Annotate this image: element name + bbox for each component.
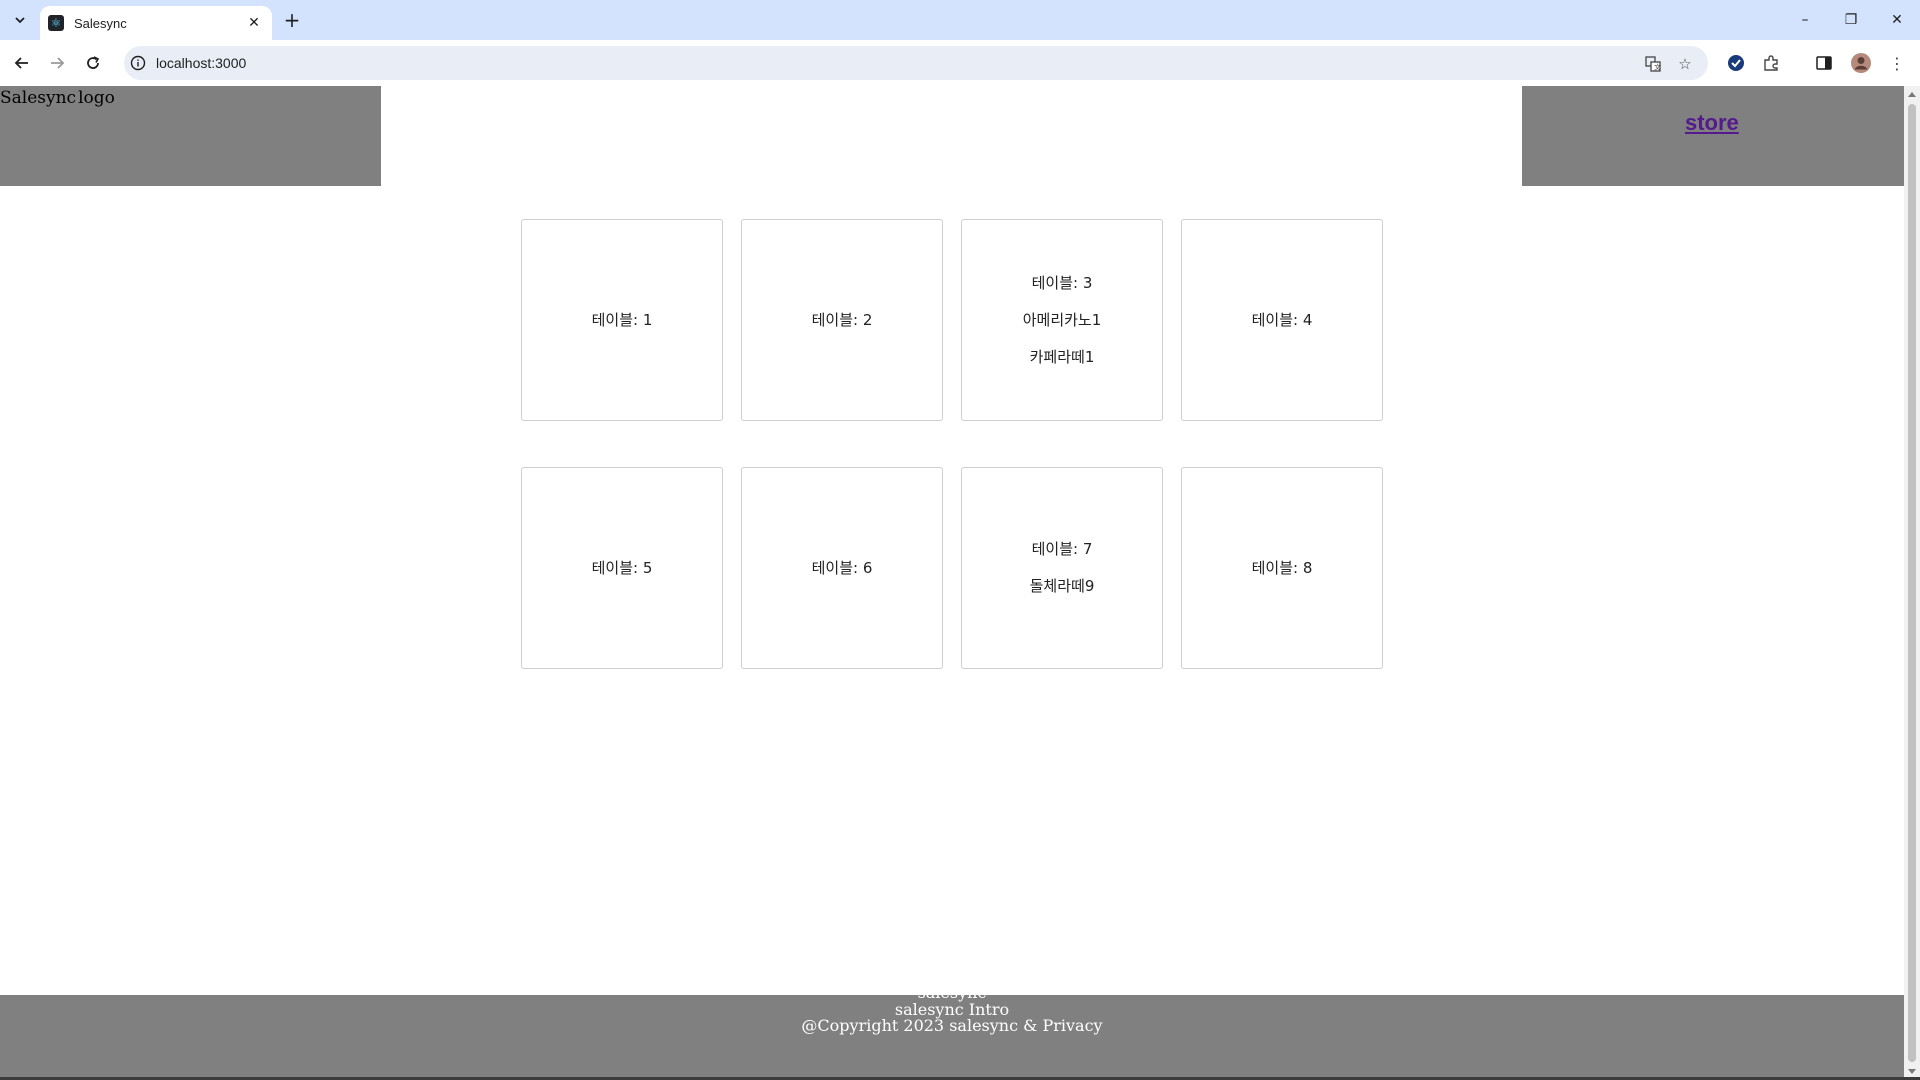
brand-text: Salesync <box>0 88 77 108</box>
tab-close-icon[interactable]: ✕ <box>244 13 264 33</box>
close-window-icon[interactable]: ✕ <box>1874 0 1920 40</box>
back-arrow-icon[interactable] <box>8 49 36 77</box>
browser-tab-active[interactable]: ⚛ Salesync ✕ <box>40 6 272 40</box>
forward-arrow-icon[interactable] <box>43 49 71 77</box>
new-tab-plus-icon[interactable]: + <box>280 8 304 32</box>
order-item: 카페라떼1 <box>1029 347 1095 366</box>
window-controls: – ❐ ✕ <box>1782 0 1920 40</box>
table-label: 테이블: 3 <box>1031 273 1093 292</box>
table-label: 테이블: 7 <box>1031 540 1093 558</box>
table-card[interactable]: 테이블: 6 <box>741 467 943 669</box>
page-viewport: Salesync logo store 테이블: 1 테이블: 2 테이블: 3 … <box>0 86 1904 1080</box>
table-card[interactable]: 테이블: 2 <box>741 219 943 421</box>
table-card[interactable]: 테이블: 7 돌체라떼9 <box>961 467 1163 669</box>
extensions-puzzle-icon[interactable] <box>1760 52 1782 74</box>
minimize-icon[interactable]: – <box>1782 0 1828 40</box>
address-bar[interactable]: localhost:3000 文 ☆ <box>124 46 1708 80</box>
tab-search-chevron-icon[interactable] <box>6 8 34 32</box>
table-label: 테이블: 4 <box>1251 310 1313 329</box>
browser-toolbar: localhost:3000 文 ☆ ⋮ <box>0 40 1920 86</box>
page-footer: salesync salesync Intro @Copyright 2023 … <box>0 985 1904 1080</box>
footer-copyright: @Copyright 2023 salesync & Privacy <box>801 1016 1103 1035</box>
scrollbar-thumb[interactable] <box>1908 104 1916 1062</box>
brand-logo[interactable]: Salesync logo <box>0 88 115 108</box>
url-text: localhost:3000 <box>156 55 247 71</box>
scroll-up-arrow-icon[interactable] <box>1908 92 1916 97</box>
table-card[interactable]: 테이블: 8 <box>1181 467 1383 669</box>
table-label: 테이블: 2 <box>811 310 873 329</box>
svg-text:文: 文 <box>1654 63 1661 72</box>
tab-title: Salesync <box>74 15 127 31</box>
header-brand-area: Salesync logo <box>0 86 381 186</box>
table-label: 테이블: 6 <box>811 558 873 577</box>
bookmark-star-icon[interactable]: ☆ <box>1676 55 1694 73</box>
broken-logo-image: logo <box>76 88 115 108</box>
browser-tab-strip: ⚛ Salesync ✕ + – ❐ ✕ <box>0 0 1920 40</box>
reload-icon[interactable] <box>79 49 107 77</box>
table-label: 테이블: 5 <box>591 558 653 577</box>
scroll-down-arrow-icon[interactable] <box>1908 1069 1916 1074</box>
more-menu-icon[interactable]: ⋮ <box>1886 52 1908 74</box>
profile-avatar-icon[interactable] <box>1850 52 1872 74</box>
table-card[interactable]: 테이블: 4 <box>1181 219 1383 421</box>
footer-brand: salesync <box>917 983 987 1002</box>
order-item: 돌체라떼9 <box>1029 577 1095 595</box>
side-panel-icon[interactable] <box>1813 52 1835 74</box>
table-card[interactable]: 테이블: 3 아메리카노1 카페라떼1 <box>961 219 1163 421</box>
table-card[interactable]: 테이블: 1 <box>521 219 723 421</box>
extension-check-icon[interactable] <box>1725 52 1747 74</box>
store-link[interactable]: store <box>1685 110 1739 136</box>
site-info-icon[interactable] <box>130 55 146 71</box>
vertical-scrollbar[interactable] <box>1904 86 1920 1080</box>
header-nav-area: store <box>1522 86 1904 186</box>
table-label: 테이블: 1 <box>591 310 653 329</box>
translate-icon[interactable]: 文 <box>1644 55 1662 73</box>
order-item: 아메리카노1 <box>1022 310 1102 329</box>
react-favicon-icon: ⚛ <box>48 15 64 31</box>
logo-alt-text: logo <box>78 88 115 108</box>
table-label: 테이블: 8 <box>1251 558 1313 577</box>
restore-icon[interactable]: ❐ <box>1828 0 1874 40</box>
table-card[interactable]: 테이블: 5 <box>521 467 723 669</box>
